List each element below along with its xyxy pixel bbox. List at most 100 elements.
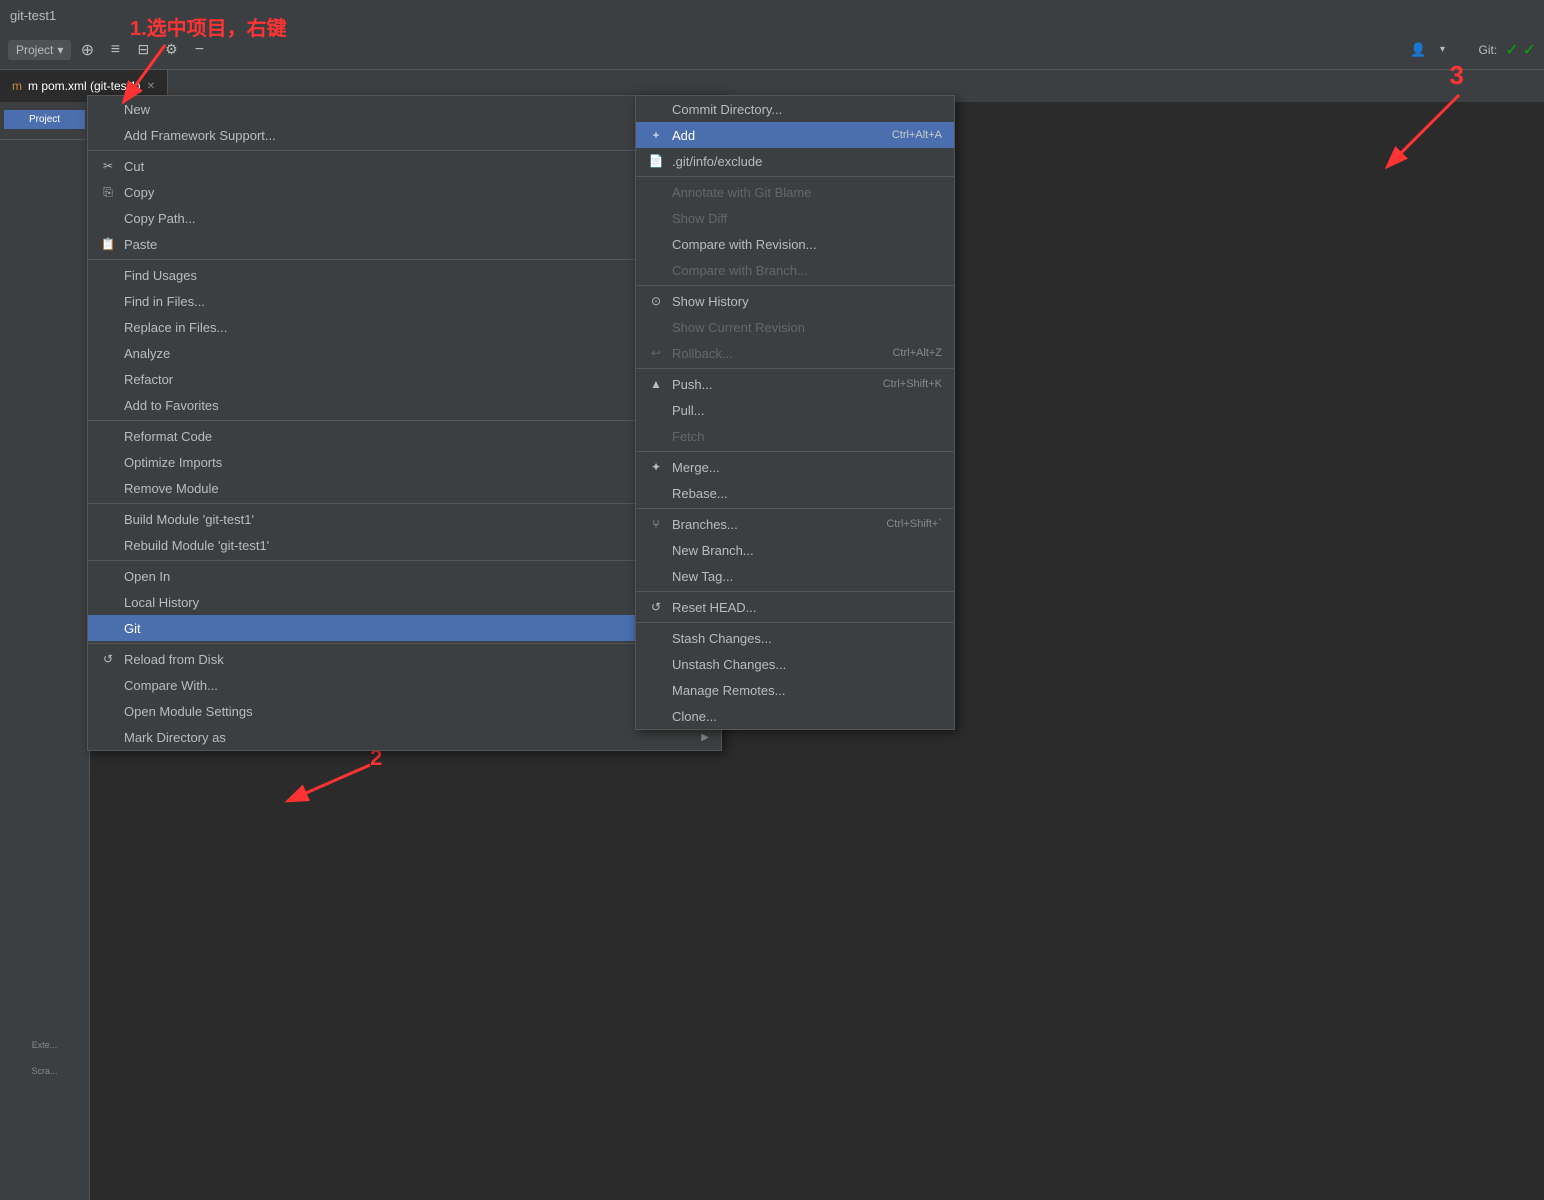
git-menu-item-reset-head[interactable]: ↺ Reset HEAD...: [636, 594, 954, 620]
git-merge-label: Merge...: [672, 460, 720, 475]
rebuild-module-label: Rebuild Module 'git-test1': [124, 538, 269, 553]
merge-icon: ✦: [648, 460, 664, 474]
add-icon: +: [648, 128, 664, 142]
git-push-shortcut: Ctrl+Shift+K: [883, 378, 942, 390]
cut-icon: ✂: [100, 159, 116, 173]
git-menu-item-rebase[interactable]: Rebase...: [636, 480, 954, 506]
git-menu-item-manage-remotes[interactable]: Manage Remotes...: [636, 677, 954, 703]
menu-item-git[interactable]: Git▶: [88, 615, 721, 641]
cut-label: Cut: [124, 159, 144, 174]
show-history-icon: ⊙: [648, 294, 664, 308]
tab-icon: m: [12, 79, 22, 93]
toolbar-add-button[interactable]: ⊕: [75, 38, 99, 62]
menu-item-copy[interactable]: ⎘CopyCtrl+C: [88, 179, 721, 205]
toolbar-user-icon[interactable]: 👤: [1407, 38, 1431, 62]
git-menu-item-clone[interactable]: Clone...: [636, 703, 954, 729]
mark-directory-as-label: Mark Directory as: [124, 730, 226, 745]
git-menu-separator: [636, 368, 954, 369]
git-menu-item-add[interactable]: +AddCtrl+Alt+A: [636, 122, 954, 148]
git-menu-item-annotate-blame: Annotate with Git Blame: [636, 179, 954, 205]
git-menu-item-show-history[interactable]: ⊙ Show History: [636, 288, 954, 314]
arrow1-svg: [105, 35, 185, 115]
git-new-tag-label: New Tag...: [672, 569, 733, 584]
menu-separator: [88, 560, 721, 561]
git-menu-separator: [636, 451, 954, 452]
reload-disk-label: Reload from Disk: [124, 652, 224, 667]
git-label: Git: [124, 621, 141, 636]
find-usages-label: Find Usages: [124, 268, 197, 283]
git-menu-item-compare-branch: Compare with Branch...: [636, 257, 954, 283]
git-reset-head-label: Reset HEAD...: [672, 600, 757, 615]
git-menu-item-commit-directory[interactable]: Commit Directory...: [636, 96, 954, 122]
menu-item-add-favorites[interactable]: Add to Favorites▶: [88, 392, 721, 418]
menu-item-add-framework[interactable]: Add Framework Support...: [88, 122, 721, 148]
menu-item-copy-path[interactable]: Copy Path...: [88, 205, 721, 231]
reset-head-icon: ↺: [648, 600, 664, 614]
copy-icon: ⎘: [100, 185, 116, 200]
git-menu-item-git-info-exclude[interactable]: 📄.git/info/exclude: [636, 148, 954, 174]
git-show-history-label: Show History: [672, 294, 749, 309]
git-label: Git:: [1479, 43, 1498, 57]
menu-item-rebuild-module[interactable]: Rebuild Module 'git-test1'Ctrl+Shift+F9: [88, 532, 721, 558]
git-menu-item-compare-revision[interactable]: Compare with Revision...: [636, 231, 954, 257]
menu-item-cut[interactable]: ✂CutCtrl+X: [88, 153, 721, 179]
git-pull-label: Pull...: [672, 403, 705, 418]
mark-directory-as-arrow-icon: ▶: [701, 732, 709, 743]
copy-path-label: Copy Path...: [124, 211, 196, 226]
git-rebase-label: Rebase...: [672, 486, 728, 501]
git-show-current-revision-label: Show Current Revision: [672, 320, 805, 335]
git-compare-branch-label: Compare with Branch...: [672, 263, 808, 278]
git-annotate-blame-label: Annotate with Git Blame: [672, 185, 811, 200]
paste-label: Paste: [124, 237, 157, 252]
side-panel-project-item[interactable]: Project: [4, 110, 85, 129]
git-stash-changes-label: Stash Changes...: [672, 631, 772, 646]
git-menu-item-push[interactable]: ▲Push...Ctrl+Shift+K: [636, 371, 954, 397]
menu-item-build-module[interactable]: Build Module 'git-test1': [88, 506, 721, 532]
git-menu-separator: [636, 591, 954, 592]
rollback-icon: ↩: [648, 346, 664, 360]
menu-separator: [88, 643, 721, 644]
git-menu-item-branches[interactable]: ⑂Branches...Ctrl+Shift+`: [636, 511, 954, 537]
menu-item-paste[interactable]: 📋PasteCtrl+V: [88, 231, 721, 257]
menu-item-open-module-settings[interactable]: Open Module SettingsF4: [88, 698, 721, 724]
toolbar-project-button[interactable]: Project ▾: [8, 40, 71, 60]
git-menu-item-pull[interactable]: Pull...: [636, 397, 954, 423]
menu-item-local-history[interactable]: Local History▶: [88, 589, 721, 615]
toolbar-minus-button[interactable]: −: [187, 38, 211, 62]
menu-item-reformat-code[interactable]: Reformat CodeCtrl+Alt+L: [88, 423, 721, 449]
git-menu-item-show-diff: Show Diff: [636, 205, 954, 231]
git-menu-item-new-branch[interactable]: New Branch...: [636, 537, 954, 563]
git-menu-item-merge[interactable]: ✦ Merge...: [636, 454, 954, 480]
optimize-imports-label: Optimize Imports: [124, 455, 222, 470]
copy-label: Copy: [124, 185, 154, 200]
git-compare-revision-label: Compare with Revision...: [672, 237, 817, 252]
refactor-label: Refactor: [124, 372, 173, 387]
git-menu-item-stash-changes[interactable]: Stash Changes...: [636, 625, 954, 651]
find-in-files-label: Find in Files...: [124, 294, 205, 309]
git-rollback-shortcut: Ctrl+Alt+Z: [892, 347, 942, 359]
menu-item-remove-module[interactable]: Remove ModuleDelete: [88, 475, 721, 501]
side-scratch-item[interactable]: Scra...: [27, 1062, 61, 1080]
menu-item-compare-with[interactable]: Compare With...Ctrl+D: [88, 672, 721, 698]
menu-item-mark-directory-as[interactable]: Mark Directory as ▶: [88, 724, 721, 750]
git-menu-item-new-tag[interactable]: New Tag...: [636, 563, 954, 589]
arrow3-svg: [1369, 85, 1489, 185]
menu-item-analyze[interactable]: Analyze▶: [88, 340, 721, 366]
menu-item-replace-in-files[interactable]: Replace in Files...Ctrl+Shift+R: [88, 314, 721, 340]
add-framework-label: Add Framework Support...: [124, 128, 276, 143]
menu-item-optimize-imports[interactable]: Optimize ImportsCtrl+Alt+O: [88, 449, 721, 475]
build-module-label: Build Module 'git-test1': [124, 512, 254, 527]
side-panel: Project Exte... Scra...: [0, 102, 90, 1200]
git-menu-item-rollback: ↩Rollback...Ctrl+Alt+Z: [636, 340, 954, 366]
menu-item-open-in[interactable]: Open In▶: [88, 563, 721, 589]
reformat-code-label: Reformat Code: [124, 429, 212, 444]
menu-separator: [88, 259, 721, 260]
toolbar-chevron-icon[interactable]: ▾: [1435, 38, 1451, 62]
side-external-libs-item[interactable]: Exte...: [28, 1036, 62, 1054]
menu-item-refactor[interactable]: Refactor▶: [88, 366, 721, 392]
menu-item-find-usages[interactable]: Find UsagesAlt+F7: [88, 262, 721, 288]
menu-item-reload-disk[interactable]: ↺Reload from Disk: [88, 646, 721, 672]
menu-item-find-in-files[interactable]: Find in Files...Ctrl+Shift+F: [88, 288, 721, 314]
project-label: Project: [16, 43, 53, 57]
git-menu-item-unstash-changes[interactable]: Unstash Changes...: [636, 651, 954, 677]
